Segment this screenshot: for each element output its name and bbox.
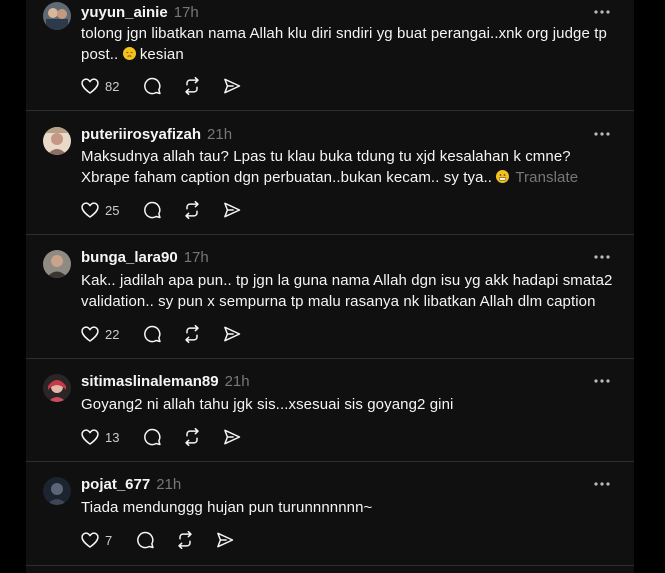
reply-button[interactable]: [142, 427, 162, 447]
avatar[interactable]: [43, 2, 71, 30]
username[interactable]: yuyun_ainie: [81, 4, 168, 21]
comment-actions: 82: [80, 75, 242, 97]
more-icon[interactable]: [592, 375, 612, 387]
like-count: 13: [105, 429, 120, 445]
timestamp: 21h: [224, 373, 250, 390]
comment-icon: [144, 428, 162, 446]
username[interactable]: pojat_677: [81, 476, 150, 493]
comment-header: yuyun_ainie 17h: [81, 4, 199, 22]
comment-actions: 7: [80, 529, 235, 551]
like-button[interactable]: 25: [80, 200, 119, 220]
avatar[interactable]: [43, 127, 71, 155]
comment-post: pojat_677 21h Tiada mendunggg hujan pun t…: [26, 462, 634, 566]
repost-button[interactable]: [182, 200, 202, 220]
comment-icon: [144, 201, 162, 219]
like-button[interactable]: 22: [80, 324, 119, 344]
avatar[interactable]: [43, 250, 71, 278]
more-icon[interactable]: [592, 251, 612, 263]
comment-header: puteriirosyafizah 21h: [81, 126, 232, 144]
heart-icon: [81, 202, 99, 218]
reply-button[interactable]: [142, 76, 162, 96]
pensive-face-emoji: [122, 47, 136, 60]
more-icon[interactable]: [592, 478, 612, 490]
comment-post: yuyun_ainie 17h tolong jgn libatkan nama …: [26, 0, 634, 111]
share-button[interactable]: [222, 324, 242, 344]
comment-header: bunga_lara90 17h: [81, 249, 209, 267]
comment-post: puteriirosyafizah 21h Maksudnya allah tau…: [26, 111, 634, 235]
username[interactable]: sitimaslinaleman89: [81, 373, 219, 390]
send-icon: [224, 326, 241, 342]
translate-link[interactable]: Translate: [515, 169, 578, 186]
comment-text: tolong jgn libatkan nama Allah klu diri …: [81, 25, 607, 63]
comment-header: sitimaslinaleman89 21h: [81, 373, 250, 391]
like-button[interactable]: 82: [80, 76, 119, 96]
send-icon: [224, 202, 241, 218]
username[interactable]: puteriirosyafizah: [81, 126, 201, 143]
repost-button[interactable]: [182, 324, 202, 344]
like-button[interactable]: 13: [80, 427, 119, 447]
username[interactable]: bunga_lara90: [81, 249, 178, 266]
heart-icon: [81, 78, 99, 94]
share-button[interactable]: [215, 530, 235, 550]
timestamp: 17h: [183, 249, 209, 266]
repost-icon: [185, 324, 200, 344]
comment-text: Kak.. jadilah apa pun.. tp jgn la guna n…: [81, 272, 613, 310]
timestamp: 21h: [207, 126, 233, 143]
repost-icon: [178, 530, 192, 550]
repost-button[interactable]: [182, 427, 202, 447]
grimacing-face-emoji: [496, 170, 510, 183]
heart-icon: [81, 429, 99, 445]
comment-text: Goyang2 ni allah tahu jgk sis...xsesuai …: [81, 396, 454, 413]
reply-button[interactable]: [142, 324, 162, 344]
share-button[interactable]: [222, 76, 242, 96]
share-button[interactable]: [222, 200, 242, 220]
comment-icon: [144, 77, 162, 95]
share-button[interactable]: [222, 427, 242, 447]
avatar[interactable]: [43, 374, 71, 402]
comment-text: Tiada mendunggg hujan pun turunnnnnnn~: [81, 499, 373, 516]
comment-icon: [137, 531, 154, 549]
comment-icon: [144, 325, 162, 343]
like-count: 7: [105, 532, 113, 548]
comment-post: bunga_lara90 17h Kak.. jadilah apa pun.. …: [26, 235, 634, 359]
more-icon[interactable]: [592, 128, 612, 140]
comment-actions: 25: [80, 199, 242, 221]
send-icon: [217, 532, 234, 548]
repost-button[interactable]: [182, 76, 202, 96]
repost-icon: [185, 427, 200, 447]
like-count: 22: [105, 326, 120, 342]
more-icon[interactable]: [592, 6, 612, 18]
reply-button[interactable]: [142, 200, 162, 220]
avatar[interactable]: [43, 477, 71, 505]
comment-header: pojat_677 21h: [81, 476, 181, 494]
repost-button[interactable]: [175, 530, 195, 550]
timestamp: 17h: [173, 4, 199, 21]
send-icon: [224, 429, 241, 445]
send-icon: [224, 78, 241, 94]
like-count: 25: [105, 202, 120, 218]
like-count: 82: [105, 78, 120, 94]
repost-icon: [185, 200, 200, 220]
comment-actions: 13: [80, 426, 242, 448]
comment-text: Maksudnya allah tau? Lpas tu klau buka t…: [81, 148, 579, 186]
timestamp: 21h: [156, 476, 182, 493]
comment-actions: 22: [80, 323, 242, 345]
like-button[interactable]: 7: [80, 530, 112, 550]
comments-feed: yuyun_ainie 17h tolong jgn libatkan nama …: [26, 0, 634, 573]
reply-button[interactable]: [135, 530, 155, 550]
comment-post: sitimaslinaleman89 21h Goyang2 ni allah t…: [26, 359, 634, 462]
heart-icon: [81, 532, 99, 548]
repost-icon: [185, 76, 200, 96]
heart-icon: [81, 326, 99, 342]
